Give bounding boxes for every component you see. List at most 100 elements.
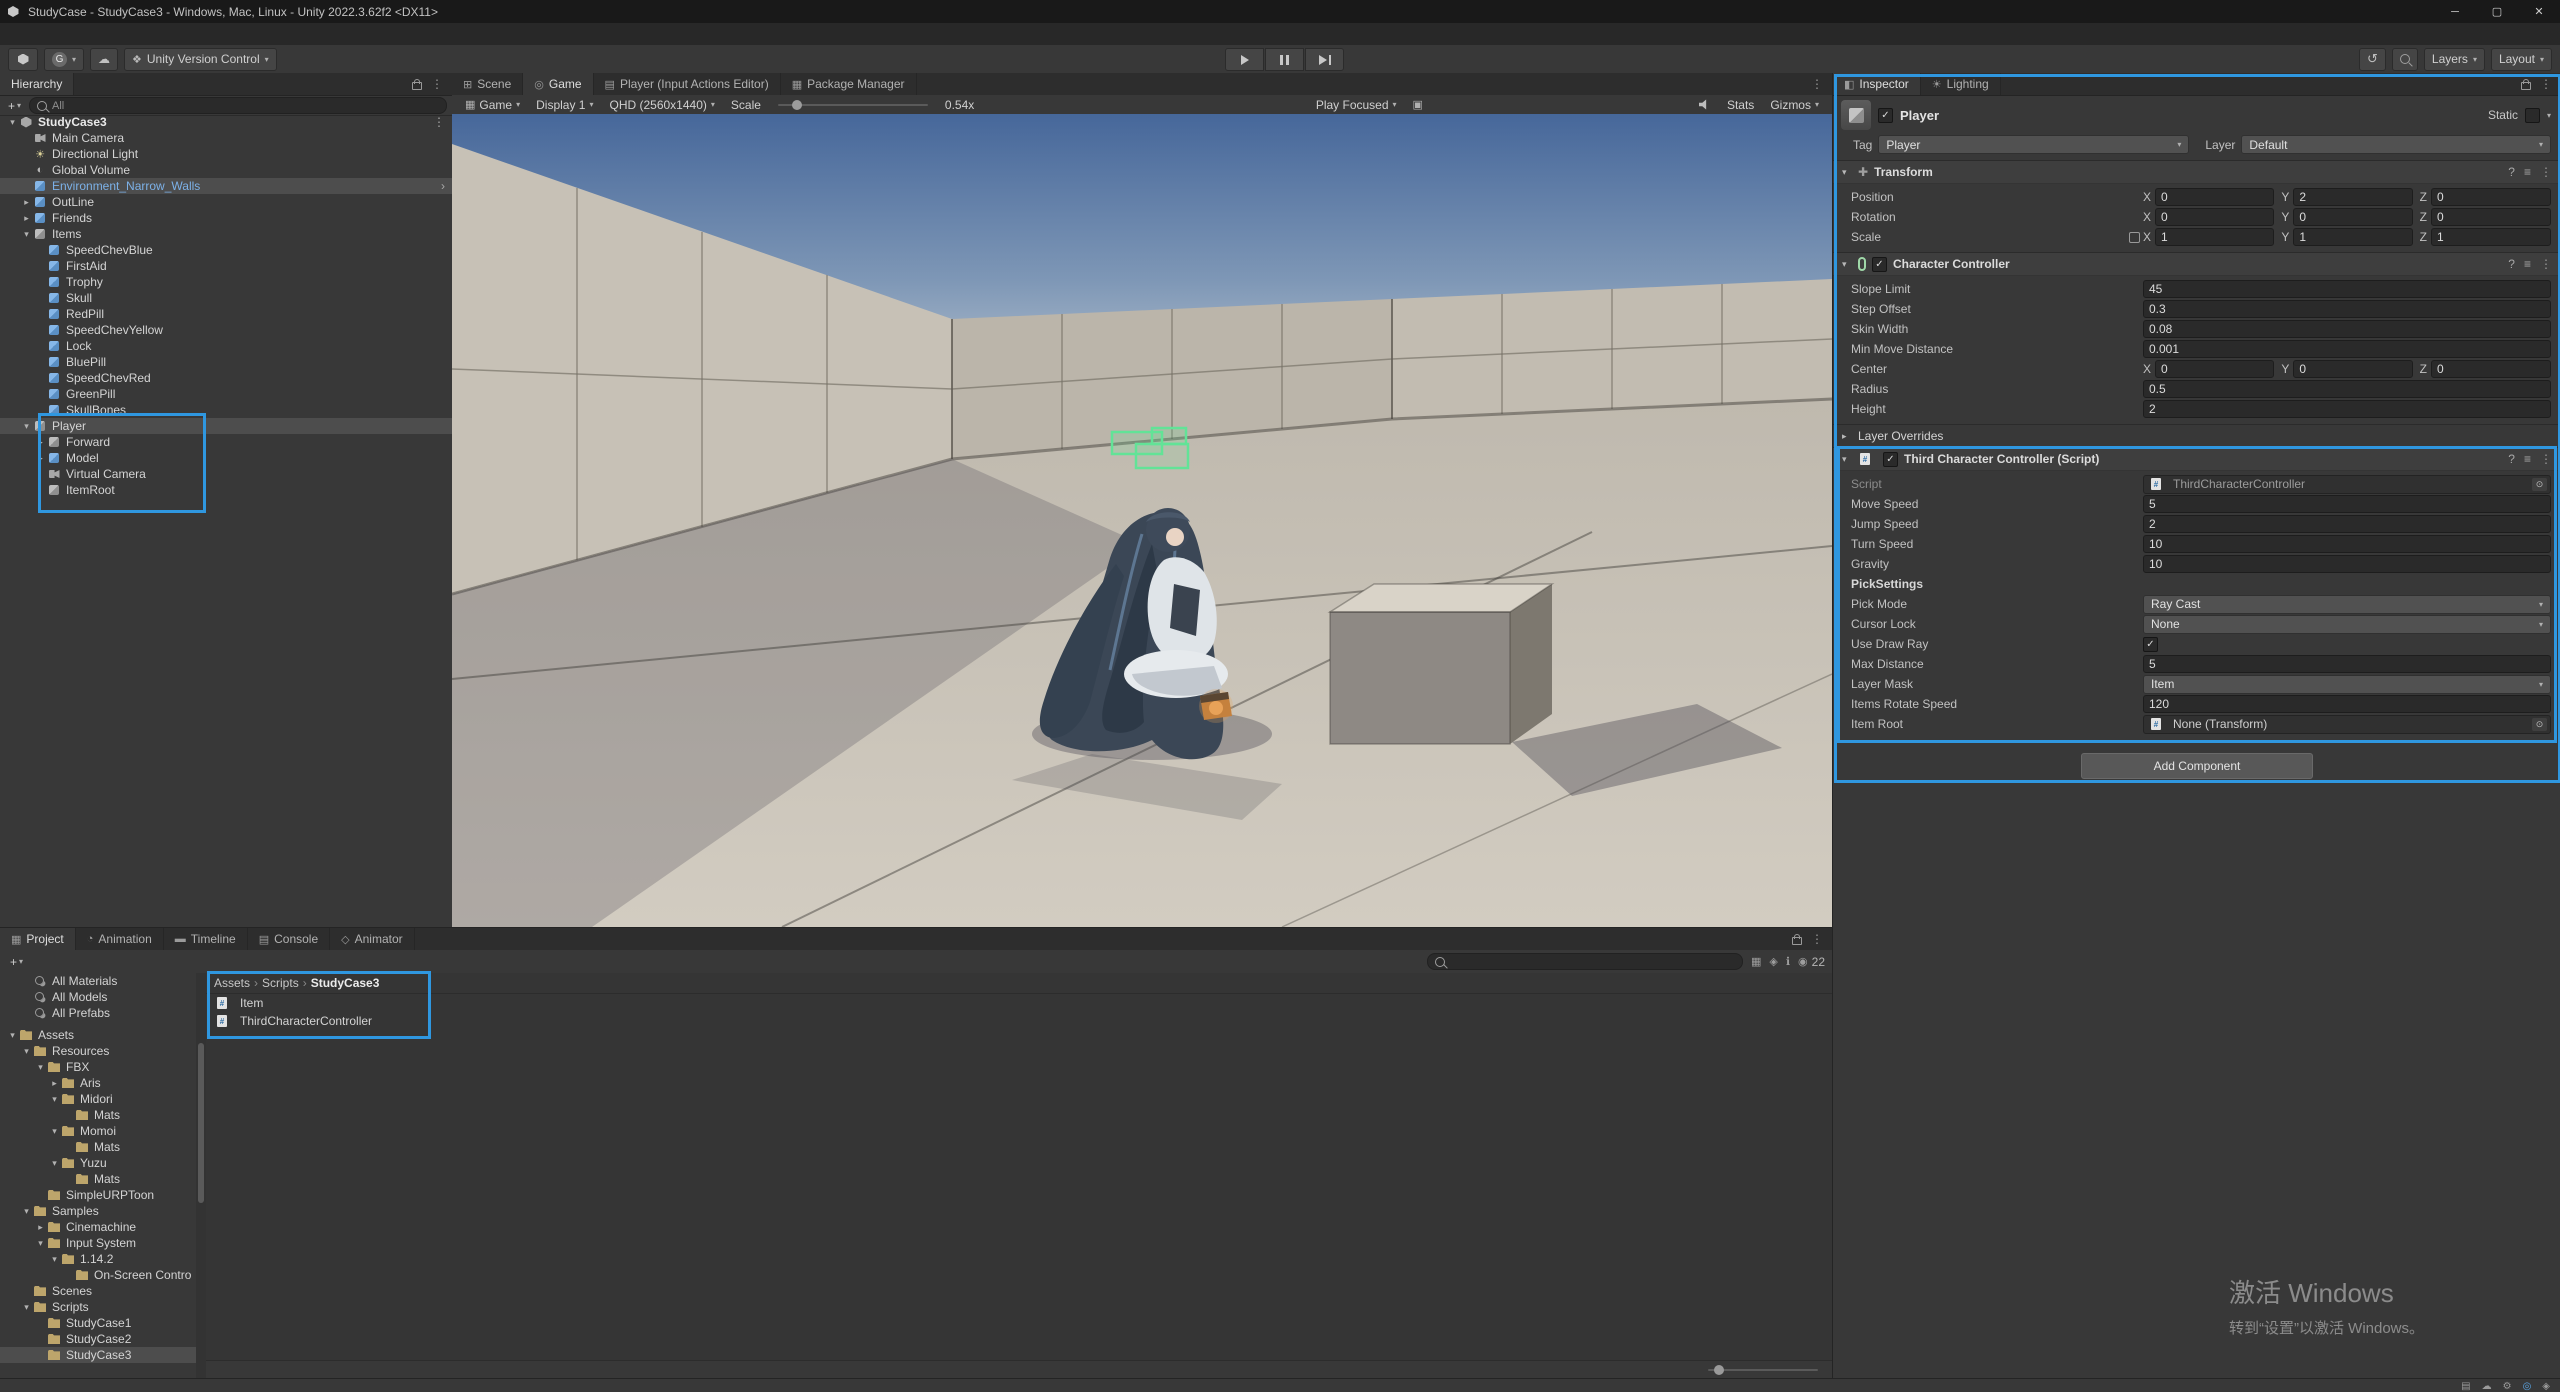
hierarchy-row[interactable]: ▾ StudyCase3 ⋮ [0,114,452,130]
foldout-arrow-icon[interactable]: ▾ [20,421,33,432]
project-tree-row[interactable]: ▾ Resources [0,1043,196,1059]
scene-options-icon[interactable]: ⋮ [433,115,445,129]
value-field[interactable]: 5 [2143,655,2551,673]
foldout-arrow-icon[interactable]: ▾ [1842,167,1852,178]
panel-menu-icon[interactable]: ⋮ [431,77,443,91]
minimize-button[interactable]: ─ [2434,0,2476,23]
panel-menu-icon[interactable]: ⋮ [1811,77,1823,91]
hierarchy-row[interactable]: ▸ Model [0,450,452,466]
layer-dropdown[interactable]: Default▾ [2241,135,2551,154]
y-field[interactable]: 1 [2293,228,2412,246]
project-tree-row[interactable]: ▾ FBX [0,1059,196,1075]
panel-tab[interactable]: Player (Input Actions Editor) [594,73,781,95]
step-button[interactable] [1305,48,1344,71]
scale-slider[interactable] [778,104,928,106]
foldout-arrow-icon[interactable]: ▾ [6,1030,19,1041]
create-asset-button[interactable]: +▾ [7,955,26,969]
object-field[interactable]: None (Transform)⊙ [2143,715,2551,734]
presets-icon[interactable]: ≡ [2524,452,2531,466]
breadcrumb-item[interactable]: Scripts › [262,976,307,990]
foldout-arrow-icon[interactable]: ▸ [34,437,47,448]
panel-tab[interactable]: Animator [330,928,415,950]
project-tree-row[interactable]: ▾ Scripts [0,1299,196,1315]
foldout-arrow-icon[interactable]: ▾ [48,1254,61,1265]
gizmos-dropdown[interactable]: Gizmos▾ [1764,98,1825,112]
object-picker-icon[interactable]: ⊙ [2532,718,2547,731]
game-mode-dropdown[interactable]: ▦Game▾ [459,98,526,112]
play-focused-dropdown[interactable]: Play Focused▾ [1310,98,1403,112]
active-checkbox[interactable] [1878,108,1893,123]
value-field[interactable]: 120 [2143,695,2551,713]
foldout-arrow-icon[interactable]: ▾ [48,1126,61,1137]
breadcrumb-item[interactable]: Assets › [214,976,258,990]
file-row[interactable]: ThirdCharacterController [206,1012,1832,1030]
value-field[interactable]: 5 [2143,495,2551,513]
capture-button[interactable]: ▣ [1407,98,1429,111]
foldout-arrow-icon[interactable]: ▸ [20,213,33,224]
static-options-icon[interactable]: ▾ [2547,111,2551,120]
foldout-arrow-icon[interactable]: ▾ [48,1158,61,1169]
hierarchy-row[interactable]: SpeedChevBlue [0,242,452,258]
object-field[interactable]: ThirdCharacterController⊙ [2143,475,2551,494]
value-field[interactable]: 10 [2143,555,2551,573]
foldout-arrow-icon[interactable]: ▸ [20,197,33,208]
scale-slider-thumb[interactable] [792,100,802,110]
foldout-arrow-icon[interactable]: ▾ [20,229,33,240]
hierarchy-row[interactable]: ▸ Forward [0,434,452,450]
project-tree-row[interactable]: ▾ Input System [0,1235,196,1251]
scrollbar-thumb[interactable] [198,1043,204,1203]
stats-button[interactable]: Stats [1721,98,1760,112]
lock-icon[interactable] [412,82,422,90]
background-tasks-icon[interactable]: ⚙ [2503,1381,2512,1392]
foldout-arrow-icon[interactable]: ▸ [48,1078,61,1089]
panel-tab[interactable]: Console [248,928,330,950]
z-field[interactable]: 0 [2431,208,2551,226]
hierarchy-row[interactable]: SpeedChevYellow [0,322,452,338]
file-row[interactable]: Item [206,994,1832,1012]
hierarchy-row[interactable]: ▾ Player [0,418,452,434]
account-button[interactable]: G▾ [44,48,84,71]
presets-icon[interactable]: ≡ [2524,257,2531,271]
unity-hub-button[interactable] [8,48,38,71]
hierarchy-row[interactable]: BluePill [0,354,452,370]
panel-menu-icon[interactable]: ⋮ [1811,932,1823,946]
value-field[interactable]: 0.5 [2143,380,2551,398]
hierarchy-row[interactable]: SpeedChevRed [0,370,452,386]
version-control-button[interactable]: ❖Unity Version Control▾ [124,48,277,71]
breadcrumb-item[interactable]: StudyCase3 [311,976,380,990]
project-tree-scrollbar[interactable] [196,973,206,1379]
component-menu-icon[interactable]: ⋮ [2540,257,2552,271]
layout-dropdown[interactable]: Layout▾ [2491,48,2552,71]
hierarchy-row[interactable]: Directional Light [0,146,452,162]
y-field[interactable]: 0 [2293,208,2412,226]
hierarchy-row[interactable]: Main Camera [0,130,452,146]
x-field[interactable]: 0 [2155,360,2274,378]
layers-dropdown[interactable]: Layers▾ [2424,48,2485,71]
display-dropdown[interactable]: Display 1▾ [530,98,599,112]
panel-tab[interactable]: Animation [76,928,164,950]
notifications-icon[interactable]: ◈ [2542,1381,2550,1392]
project-tree-row[interactable]: All Materials [0,973,196,989]
foldout-arrow-icon[interactable]: ▾ [1842,259,1852,270]
help-icon[interactable]: ? [2508,257,2515,271]
project-tree-row[interactable]: ▸ Aris [0,1075,196,1091]
hierarchy-search-input[interactable]: All [29,97,447,114]
panel-tab[interactable]: Game [523,73,593,95]
panel-menu-icon[interactable]: ⋮ [2540,77,2552,91]
hierarchy-row[interactable]: Environment_Narrow_Walls › [0,178,452,194]
hidden-items-indicator[interactable]: ◉22 [1798,955,1825,969]
static-checkbox[interactable] [2525,108,2540,123]
help-icon[interactable]: ? [2508,165,2515,179]
project-tree-row[interactable]: ▾ Momoi [0,1123,196,1139]
tag-dropdown[interactable]: Player▾ [1878,135,2189,154]
game-viewport[interactable] [452,114,1832,927]
project-tree-row[interactable]: ▾ 1.14.2 [0,1251,196,1267]
panel-tab[interactable]: Project [0,928,76,950]
panel-tab[interactable]: Timeline [164,928,248,950]
saved-search-icon[interactable]: ℹ [1786,955,1790,968]
collab-status-icon[interactable]: ◎ [2523,1381,2532,1392]
search-by-label-icon[interactable]: ◈ [1769,955,1777,968]
project-tree-row[interactable]: ▾ Assets [0,1027,196,1043]
y-field[interactable]: 0 [2293,360,2412,378]
enum-dropdown[interactable]: Ray Cast▾ [2143,595,2551,614]
